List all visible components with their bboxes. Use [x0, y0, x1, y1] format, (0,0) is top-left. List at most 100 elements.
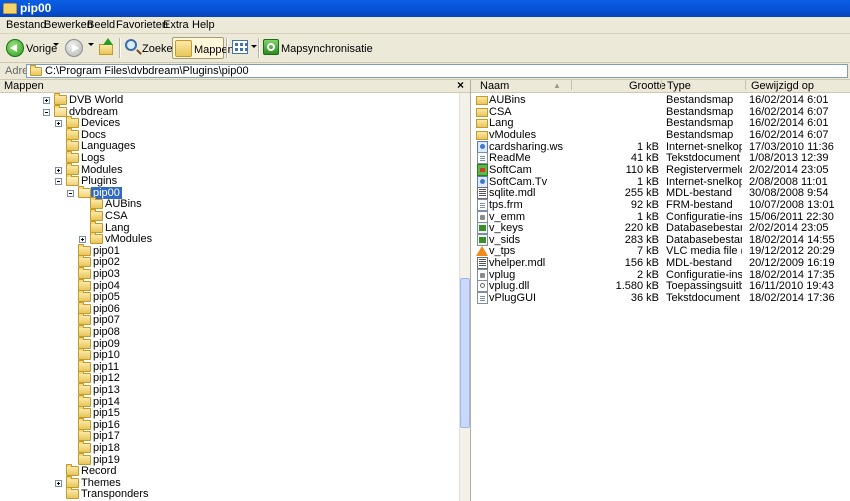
folder-icon [78, 243, 91, 256]
forward-dropdown-arrow-icon[interactable] [88, 43, 94, 46]
menu-extra[interactable]: Extra [163, 19, 189, 31]
mdl-file-icon [477, 187, 488, 200]
file-size: 1 kB [636, 140, 659, 153]
internet-shortcut-icon [477, 140, 488, 153]
close-icon[interactable]: × [457, 80, 464, 92]
tree-item-label: pip01 [93, 244, 120, 257]
folder-icon [90, 232, 103, 245]
views-button[interactable] [229, 37, 259, 59]
tree-item-label: pip07 [93, 314, 120, 327]
tree-item-label: pip14 [93, 395, 120, 408]
back-button[interactable]: Vorige [4, 37, 60, 59]
tree-item-label: Lang [105, 221, 130, 234]
scrollbar-thumb[interactable] [460, 278, 470, 428]
tree-item-label: Transponders [81, 488, 149, 501]
menu-help[interactable]: Help [192, 19, 215, 31]
menu-bar: Bestand Bewerken Beeld Favorieten Extra … [0, 17, 850, 34]
file-row[interactable]: cardsharing.ws 1 kB Internet-snelkoppeling… [471, 140, 850, 153]
menu-beeld[interactable]: Beeld [87, 19, 115, 31]
file-row[interactable]: vModules Bestandsmap 16/02/2014 6:07 [471, 129, 850, 141]
file-row[interactable]: AUBins Bestandsmap 16/02/2014 6:01 [471, 94, 850, 106]
folder-icon [66, 464, 79, 477]
file-row[interactable]: Lang Bestandsmap 16/02/2014 6:01 [471, 117, 850, 129]
file-modified: 15/06/2011 22:30 [749, 210, 834, 223]
folder-icon [78, 336, 91, 349]
file-row[interactable]: ReadMe 41 kB Tekstdocument 1/08/2013 12:39 [471, 152, 850, 165]
file-row[interactable]: vplug.dll 1.580 kB Toepassingsuitbreid... 1… [471, 280, 850, 293]
folders-button[interactable]: Mappen [172, 37, 234, 59]
expand-icon[interactable] [55, 166, 62, 174]
collapse-icon[interactable] [43, 108, 50, 116]
database-file-icon [477, 233, 488, 246]
file-size: 41 kB [630, 152, 659, 165]
folder-icon [78, 278, 91, 291]
file-name: tps.frm [489, 198, 523, 211]
file-row[interactable]: SoftCam 110 kB Registervermeldingen 2/02/20… [471, 163, 850, 176]
tree-item-label: Devices [81, 117, 121, 130]
collapse-icon[interactable] [67, 189, 74, 197]
folder-icon [3, 3, 17, 14]
file-modified: 2/02/2014 23:05 [749, 222, 829, 235]
tree-item-label: pip06 [93, 302, 120, 315]
tree-item-label: DVB World [69, 94, 124, 106]
tree-item-label: pip18 [93, 442, 120, 454]
file-size: 255 kB [624, 187, 659, 200]
file-row[interactable]: CSA Bestandsmap 16/02/2014 6:07 [471, 106, 850, 118]
tree-item-label: pip13 [93, 384, 120, 396]
folder-icon [78, 359, 91, 372]
file-row[interactable]: v_keys 220 kB Databasebestand 2/02/2014 23:… [471, 222, 850, 235]
folder-icon [66, 487, 79, 500]
frm-file-icon [477, 198, 488, 211]
search-icon [125, 39, 137, 51]
window-title: pip00 [20, 1, 52, 15]
column-type[interactable]: Type [667, 80, 691, 92]
address-path: C:\Program Files\dvbdream\Plugins\pip00 [45, 65, 249, 77]
address-input[interactable]: C:\Program Files\dvbdream\Plugins\pip00 [26, 64, 848, 78]
collapse-icon[interactable] [55, 178, 62, 186]
file-row[interactable]: sqlite.mdl 255 kB MDL-bestand 30/08/2008 9:… [471, 187, 850, 200]
folder-sync-button[interactable]: Mapsynchronisatie [261, 37, 373, 59]
file-modified: 19/12/2012 20:29 [749, 245, 835, 258]
expand-icon[interactable] [55, 479, 62, 487]
file-size: 156 kB [624, 257, 659, 270]
file-modified: 1/08/2013 12:39 [749, 152, 829, 165]
expand-icon[interactable] [55, 120, 62, 128]
vertical-scrollbar[interactable] [459, 93, 470, 501]
expand-icon[interactable] [43, 97, 50, 104]
tree-item-label: pip19 [93, 453, 120, 466]
file-row[interactable]: SoftCam.Tv 1 kB Internet-snelkoppeling 2/08… [471, 175, 850, 188]
column-name[interactable]: Naam [480, 80, 509, 92]
file-row[interactable]: v_tps 7 kB VLC media file (.bin) 19/12/2012… [471, 245, 850, 257]
file-row[interactable]: vhelper.mdl 156 kB MDL-bestand 20/12/2009 1… [471, 257, 850, 270]
tree-item-label: pip15 [93, 407, 120, 420]
file-row[interactable]: vPlugGUI 36 kB Tekstdocument 18/02/2014 17:… [471, 292, 850, 305]
up-folder-button[interactable] [96, 37, 118, 59]
folder-icon [66, 116, 79, 129]
menu-favorieten[interactable]: Favorieten [116, 19, 168, 31]
column-modified[interactable]: Gewijzigd op [751, 80, 814, 92]
menu-bewerken[interactable]: Bewerken [44, 19, 93, 31]
file-name: vplug [489, 268, 516, 281]
expand-icon[interactable] [79, 236, 86, 244]
folder-icon [476, 130, 488, 140]
file-row[interactable]: tps.frm 92 kB FRM-bestand 10/07/2008 13:01 [471, 198, 850, 211]
folders-pane: Mappen × DVB World dvbdream Devices Docs Lan… [0, 80, 471, 501]
up-folder-icon [97, 38, 115, 56]
tree-item-label: Themes [81, 476, 121, 489]
file-type: FRM-bestand [666, 198, 733, 211]
file-modified: 2/02/2014 23:05 [749, 163, 829, 176]
search-button[interactable]: Zoeken [122, 37, 179, 59]
address-bar: Adres C:\Program Files\dvbdream\Plugins\… [0, 63, 850, 80]
back-dropdown-arrow-icon[interactable] [53, 43, 59, 46]
text-document-icon [477, 152, 488, 165]
file-row[interactable]: v_emm 1 kB Configuratie-instelli... 15/06/2… [471, 210, 850, 223]
forward-button[interactable] [63, 37, 87, 59]
title-bar[interactable]: pip00 [0, 0, 850, 17]
folder-icon [66, 475, 79, 488]
sync-icon [263, 39, 279, 55]
file-row[interactable]: v_sids 283 kB Databasebestand 18/02/2014 14… [471, 233, 850, 246]
file-row[interactable]: vplug 2 kB Configuratie-instelli... 18/02/2… [471, 268, 850, 281]
file-size: 1 kB [636, 175, 659, 188]
menu-bestand[interactable]: Bestand [6, 19, 46, 31]
file-type: Registervermeldingen [666, 163, 742, 176]
